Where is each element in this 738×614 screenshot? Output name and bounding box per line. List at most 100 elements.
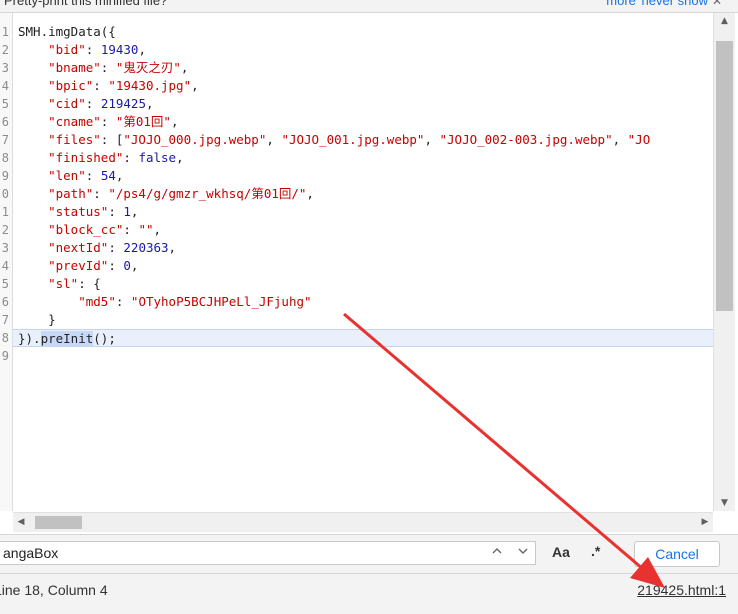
code-line: "status": 1,	[48, 204, 139, 219]
line-number: 6	[1, 115, 9, 129]
code-line-active: }).preInit();	[13, 329, 713, 347]
json-boolean: false	[138, 150, 177, 165]
code-line: }	[13, 311, 713, 329]
code-line: "sl": {	[48, 276, 101, 291]
json-string: "JOJO_002-003.jpg.webp"	[439, 132, 613, 147]
line-number: 1	[1, 205, 9, 219]
code-area[interactable]: SMH.imgData({ "bid": 19430, "bname": "鬼灭…	[13, 13, 713, 511]
scroll-left-icon[interactable]: ◀	[13, 513, 29, 532]
line-number: 9	[1, 169, 9, 183]
json-key: "cname"	[48, 114, 101, 129]
infobar-message: Pretty-print this minified file?	[4, 0, 168, 8]
code-line: "cname": "第01回",	[48, 114, 179, 129]
line-number: 1	[1, 25, 9, 39]
json-key: "bid"	[48, 42, 86, 57]
json-key: "files"	[48, 132, 101, 147]
json-key: "prevId"	[48, 258, 109, 273]
line-number: 4	[1, 259, 9, 273]
json-key: "len"	[48, 168, 86, 183]
json-string: "JOJO_001.jpg.webp"	[281, 132, 425, 147]
json-key: "nextId"	[48, 240, 109, 255]
json-string: ""	[138, 222, 154, 237]
regex-button[interactable]: .*	[591, 543, 600, 559]
json-string: "鬼灭之刃"	[115, 60, 181, 75]
line-number: 7	[1, 313, 9, 327]
code-line: "len": 54,	[48, 168, 124, 183]
match-case-button[interactable]: Aa	[552, 544, 570, 560]
code-line: "finished": false,	[48, 150, 184, 165]
infobar-more-link[interactable]: more	[606, 0, 636, 8]
code-line: "prevId": 0,	[48, 258, 139, 273]
json-key: "cid"	[48, 96, 86, 111]
vertical-scrollbar[interactable]: ▲ ▼	[713, 13, 735, 511]
line-number: 5	[1, 277, 9, 291]
json-key: "bpic"	[48, 78, 94, 93]
json-number: 220363	[123, 240, 169, 255]
cursor-position: Line 18, Column 4	[0, 582, 108, 598]
json-number: 19430	[100, 42, 139, 57]
status-bar: Line 18, Column 4 219425.html:1	[0, 574, 738, 614]
scroll-up-icon[interactable]: ▲	[714, 13, 735, 29]
search-input[interactable]: angaBox	[0, 541, 536, 565]
json-string: "/ps4/g/gmzr_wkhsq/第01回/"	[108, 186, 307, 201]
search-down-icon[interactable]	[515, 545, 531, 561]
json-string: "JO	[627, 132, 651, 147]
code-line: "block_cc": "",	[48, 222, 162, 237]
line-number: 8	[1, 151, 9, 165]
json-key: "bname"	[48, 60, 101, 75]
json-string: "OTyhoP5BCJHPeLl_JFjuhg"	[130, 294, 312, 309]
json-number: 0	[123, 258, 131, 273]
json-key: "md5"	[78, 294, 116, 309]
source-editor[interactable]: 1 2 3 4 5 6 7 8 9 0 1 2 3 4 5 6 7 8 9 SM…	[0, 13, 738, 533]
json-string: "19430.jpg"	[108, 78, 192, 93]
code-line: "cid": 219425,	[48, 96, 154, 111]
code-line: "md5": "OTyhoP5BCJHPeLl_JFjuhg"	[78, 294, 312, 309]
scroll-right-icon[interactable]: ▶	[697, 513, 713, 532]
json-key: "status"	[48, 204, 109, 219]
json-key: "path"	[48, 186, 94, 201]
code-line: "nextId": 220363,	[48, 240, 177, 255]
line-number: 4	[1, 79, 9, 93]
json-key: "sl"	[48, 276, 79, 291]
code-line: SMH.imgData({	[13, 23, 713, 41]
infobar-links: more never show	[604, 0, 708, 8]
json-key: "finished"	[48, 150, 124, 165]
infobar-never-show-link[interactable]: never show	[642, 0, 708, 8]
line-number: 6	[1, 295, 9, 309]
selected-text: preInit	[40, 331, 94, 346]
cancel-button[interactable]: Cancel	[634, 541, 720, 567]
pretty-print-infobar: Pretty-print this minified file? more ne…	[0, 0, 738, 13]
code-text: SMH.imgData({	[18, 24, 116, 39]
json-string: "JOJO_000.jpg.webp"	[123, 132, 267, 147]
json-number: 1	[123, 204, 131, 219]
search-up-icon[interactable]	[489, 545, 505, 561]
code-line: "bname": "鬼灭之刃",	[48, 60, 189, 75]
line-number: 2	[1, 43, 9, 57]
json-number: 219425	[100, 96, 146, 111]
code-line: "bid": 19430,	[48, 42, 146, 57]
json-number: 54	[100, 168, 116, 183]
vertical-scroll-thumb[interactable]	[716, 41, 733, 311]
search-bar: angaBox Aa .* Cancel	[0, 534, 738, 574]
line-number: 2	[1, 223, 9, 237]
source-link[interactable]: 219425.html:1	[637, 582, 726, 598]
code-line: "path": "/ps4/g/gmzr_wkhsq/第01回/",	[48, 186, 314, 201]
code-text: }).	[18, 331, 41, 346]
line-number: 3	[1, 61, 9, 75]
line-number: 3	[1, 241, 9, 255]
line-number: 8	[1, 331, 9, 345]
line-number: 5	[1, 97, 9, 111]
close-icon[interactable]: ✕	[712, 0, 722, 8]
json-string: "第01回"	[115, 114, 171, 129]
line-number: 9	[1, 349, 9, 363]
json-key: "block_cc"	[48, 222, 124, 237]
code-text: }	[48, 312, 56, 327]
horizontal-scroll-thumb[interactable]	[35, 516, 82, 529]
code-text: ();	[93, 331, 116, 346]
scroll-down-icon[interactable]: ▼	[714, 495, 735, 511]
line-number: 0	[1, 187, 9, 201]
line-number: 7	[1, 133, 9, 147]
code-line: "files": ["JOJO_000.jpg.webp", "JOJO_001…	[48, 132, 651, 147]
horizontal-scrollbar[interactable]: ◀ ▶	[13, 512, 713, 532]
code-line: "bpic": "19430.jpg",	[48, 78, 199, 93]
